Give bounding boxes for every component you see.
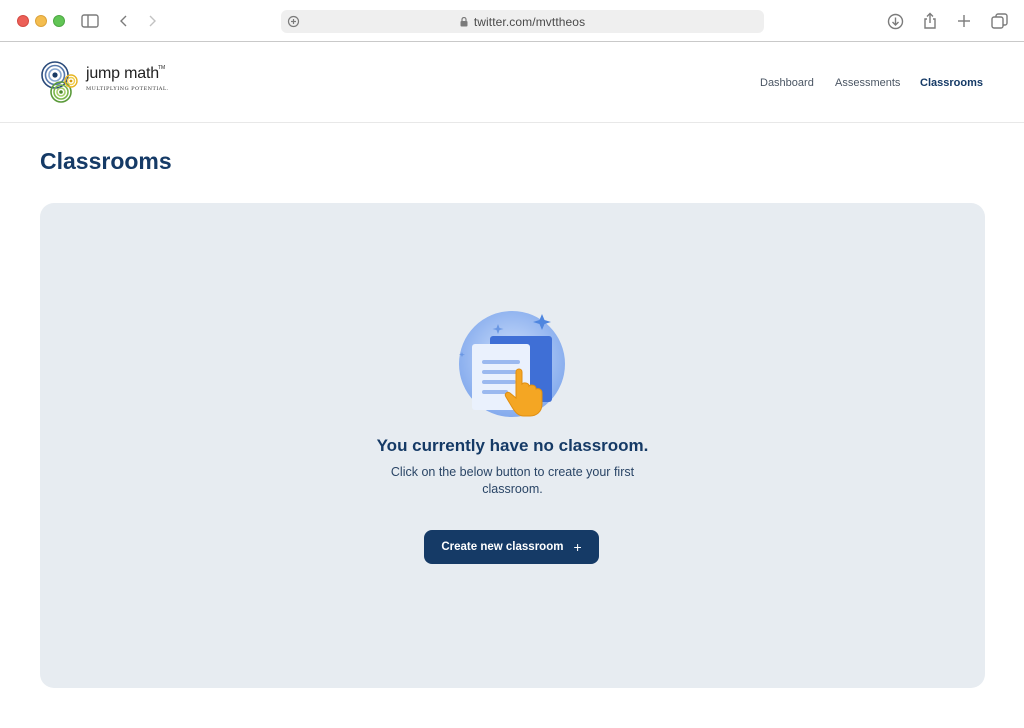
plus-icon: + [573,539,582,555]
tab-overview-icon[interactable] [990,10,1008,32]
back-arrow-icon[interactable] [118,10,130,32]
document-pointer-illustration-icon [459,311,565,417]
share-icon[interactable] [922,10,938,32]
sidebar-toggle-icon[interactable] [81,10,99,32]
address-bar[interactable]: twitter.com/mvttheos [281,10,764,33]
logo-rings-icon [41,61,78,103]
new-tab-icon[interactable] [956,10,972,32]
lock-icon [460,16,468,30]
logo-tagline: MULTIPLYING POTENTIAL. [86,86,169,92]
empty-state-description: Click on the below button to create your… [390,465,635,496]
minimize-window-button[interactable] [35,15,47,27]
nav-dashboard[interactable]: Dashboard [760,77,814,89]
logo-trademark: TM [158,65,166,71]
page-title: Classrooms [40,148,172,174]
jump-math-logo[interactable]: jump math TM MULTIPLYING POTENTIAL. [40,59,170,107]
site-header: jump math TM MULTIPLYING POTENTIAL. Dash… [0,43,1024,123]
empty-state-heading: You currently have no classroom. [376,436,649,455]
nav-classrooms[interactable]: Classrooms [920,77,983,89]
create-classroom-label: Create new classroom [441,541,564,553]
create-classroom-button[interactable]: Create new classroom + [424,530,599,564]
forward-arrow-icon[interactable] [146,10,158,32]
url-text: twitter.com/mvttheos [473,15,586,29]
close-window-button[interactable] [17,15,29,27]
downloads-icon[interactable] [886,10,904,32]
empty-state-card: You currently have no classroom. Click o… [40,203,985,688]
zoom-window-button[interactable] [53,15,65,27]
nav-assessments[interactable]: Assessments [835,77,900,89]
logo-wordmark: jump math [86,65,159,82]
browser-toolbar: twitter.com/mvttheos [0,0,1024,42]
